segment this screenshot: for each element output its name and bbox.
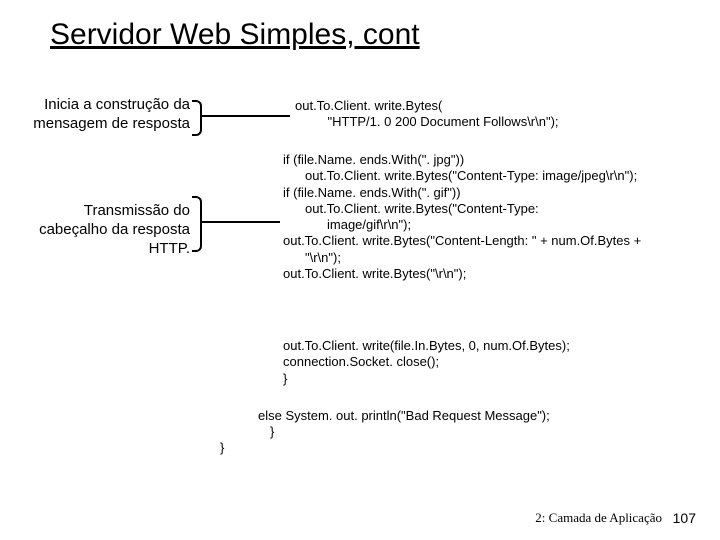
code-line: if (file.Name. ends.With(". gif"))	[283, 185, 693, 201]
code-block-send-close: out.To.Client. write(file.In.Bytes, 0, n…	[283, 338, 570, 387]
annotation-line: mensagem de resposta	[33, 115, 190, 132]
annotation-line: HTTP.	[149, 240, 190, 257]
code-brace: }	[270, 424, 274, 440]
code-line-else: else System. out. println("Bad Request M…	[258, 408, 550, 424]
code-brace: }	[220, 440, 224, 456]
code-line: out.To.Client. write.Bytes("Content-Type…	[283, 201, 693, 217]
code-block-status-line: out.To.Client. write.Bytes( "HTTP/1. 0 2…	[295, 98, 559, 131]
code-line: image/gif\r\n");	[283, 217, 693, 233]
footer-page-number: 107	[673, 510, 696, 526]
code-line: if (file.Name. ends.With(". jpg"))	[283, 152, 693, 168]
annotation-line: Inicia a construção da	[44, 96, 190, 113]
connector-line	[200, 221, 280, 223]
slide-title: Servidor Web Simples, cont	[50, 18, 420, 52]
connector-line	[200, 115, 290, 117]
code-line: "\r\n");	[283, 250, 693, 266]
annotation-line: cabeçalho da resposta	[39, 221, 190, 238]
code-line: out.To.Client. write(file.In.Bytes, 0, n…	[283, 338, 570, 353]
code-line: out.To.Client. write.Bytes("Content-Type…	[283, 168, 693, 184]
code-line: out.To.Client. write.Bytes(	[295, 98, 442, 113]
footer-chapter-label: 2: Camada de Aplicação	[535, 510, 662, 526]
code-line: connection.Socket. close();	[283, 354, 439, 369]
bracket-icon	[192, 100, 202, 136]
code-line: out.To.Client. write.Bytes("\r\n");	[283, 266, 693, 282]
annotation-line: Transmissão do	[84, 202, 190, 219]
code-block-headers: if (file.Name. ends.With(". jpg")) out.T…	[283, 152, 693, 282]
bracket-icon	[192, 196, 202, 252]
annotation-transmit-header: Transmissão do cabeçalho da resposta HTT…	[20, 202, 190, 258]
annotation-start-response: Inicia a construção da mensagem de respo…	[20, 96, 190, 134]
code-line: "HTTP/1. 0 200 Document Follows\r\n");	[295, 114, 559, 129]
code-line: out.To.Client. write.Bytes("Content-Leng…	[283, 233, 693, 249]
code-line: }	[283, 371, 287, 386]
